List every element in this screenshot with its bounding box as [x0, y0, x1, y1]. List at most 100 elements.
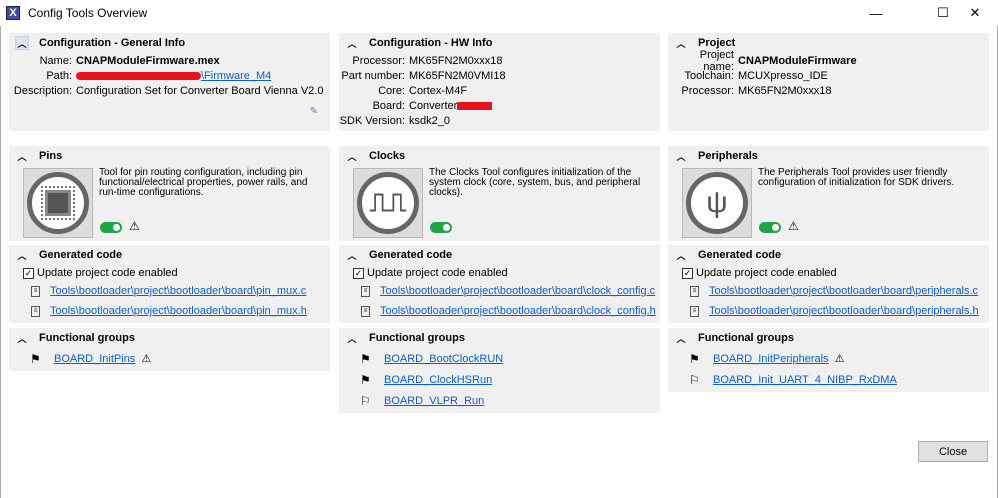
generated-file: ≡ Tools\bootloader\project\bootloader\boa… [339, 301, 660, 321]
close-window-button[interactable]: ✕ [952, 0, 998, 26]
info-value: Cortex-M4F [409, 84, 468, 97]
functional-groups-panel: ︿ Functional groups ⚑ BOARD_BootClockRUN ⚑ B… [339, 328, 660, 413]
tool-enabled-toggle[interactable] [100, 222, 122, 233]
tool-enabled-toggle[interactable] [430, 222, 452, 233]
app-icon: X [6, 6, 20, 20]
path-label: Path: [46, 69, 72, 82]
group-link[interactable]: BOARD_Init_UART_4_NIBP_RxDMA [713, 374, 897, 386]
functional-group: ⚑ BOARD_BootClockRUN [339, 348, 660, 369]
info-label: Processor: [352, 54, 405, 67]
file-icon: ≡ [31, 305, 40, 317]
collapse-icon[interactable]: ︿ [15, 36, 29, 50]
generated-file: ≡ Tools\bootloader\project\bootloader\boa… [9, 281, 330, 301]
collapse-icon[interactable]: ︿ [15, 149, 29, 163]
collapse-icon[interactable]: ︿ [15, 248, 29, 262]
panel-title: Configuration - General Info [39, 37, 186, 49]
collapse-icon[interactable]: ︿ [15, 331, 29, 345]
info-label: Toolchain: [684, 69, 734, 82]
file-icon: ≡ [690, 285, 699, 297]
minimize-button[interactable]: — [853, 0, 899, 26]
panel-title: Project [698, 37, 736, 49]
info-row: Project name: CNAPModuleFirmware [668, 49, 989, 73]
clocks-icon: ⎍⎍ [357, 172, 419, 234]
file-link[interactable]: Tools\bootloader\project\bootloader\boar… [50, 285, 306, 297]
description-label: Description: [13, 84, 72, 97]
flag-icon: ⚐ [689, 372, 700, 387]
functional-group: ⚐ BOARD_VLPR_Run [339, 390, 660, 411]
info-value: MK65FN2M0VMI18 [409, 69, 506, 82]
column-pins: ︿ Configuration - General Info Name: CNAPM… [9, 33, 330, 135]
update-code-checkbox[interactable]: ✓ Update project code enabled [668, 265, 989, 281]
tool-column-clocks: ︿ Clocks ⎍⎍ The Clocks Tool configures in… [339, 146, 660, 417]
file-link[interactable]: Tools\bootloader\project\bootloader\boar… [380, 305, 656, 317]
generated-code-panel: ︿ Generated code ✓ Update project code ena… [339, 245, 660, 323]
functional-group: ⚑ BOARD_InitPins ⚠ [9, 348, 330, 369]
tool-enabled-toggle[interactable] [759, 222, 781, 233]
path-link[interactable]: \Firmware_M4 [201, 70, 271, 82]
tool-launch-button[interactable]: ⎍⎍ [353, 168, 423, 238]
flag-icon: ⚑ [30, 351, 41, 366]
checkbox-checked-icon[interactable]: ✓ [23, 267, 34, 279]
general-info-panel: ︿ Configuration - General Info Name: CNAPM… [9, 33, 330, 131]
collapse-icon[interactable]: ︿ [345, 331, 359, 345]
section-title: Functional groups [39, 332, 135, 344]
column-peripherals: ︿ Project Project name: CNAPModuleFirmware… [668, 33, 989, 135]
group-link[interactable]: BOARD_ClockHSRun [384, 374, 492, 386]
flag-icon: ⚑ [360, 351, 371, 366]
tool-launch-button[interactable]: ψ [682, 168, 752, 238]
generated-code-panel: ︿ Generated code ✓ Update project code ena… [668, 245, 989, 323]
group-link[interactable]: BOARD_InitPeripherals [713, 353, 829, 365]
tool-launch-button[interactable] [23, 168, 93, 238]
file-link[interactable]: Tools\bootloader\project\bootloader\boar… [709, 285, 978, 297]
functional-group: ⚑ BOARD_ClockHSRun [339, 369, 660, 390]
info-label: Part number: [341, 69, 405, 82]
checkbox-label: Update project code enabled [367, 267, 508, 279]
update-code-checkbox[interactable]: ✓ Update project code enabled [9, 265, 330, 281]
edit-icon[interactable]: ✎ [310, 106, 318, 117]
info-row: Board: Converter [339, 98, 660, 113]
tool-panel: ︿ Peripherals ψ The Peripherals Tool prov… [668, 146, 989, 241]
close-button[interactable]: Close [918, 441, 988, 462]
collapse-icon[interactable]: ︿ [345, 36, 359, 50]
generated-file: ≡ Tools\bootloader\project\bootloader\boa… [9, 301, 330, 321]
functional-groups-panel: ︿ Functional groups ⚑ BOARD_InitPins ⚠ [9, 328, 330, 371]
collapse-icon[interactable]: ︿ [674, 149, 688, 163]
file-link[interactable]: Tools\bootloader\project\bootloader\boar… [50, 305, 307, 317]
collapse-icon[interactable]: ︿ [674, 331, 688, 345]
group-link[interactable]: BOARD_VLPR_Run [384, 395, 484, 407]
info-label: Core: [378, 84, 405, 97]
checkbox-checked-icon[interactable]: ✓ [353, 267, 364, 279]
description-value: Configuration Set for Converter Board Vi… [76, 84, 324, 97]
panel-title: Configuration - HW Info [369, 37, 493, 49]
info-row: Processor: MK65FN2M0xxx18 [339, 53, 660, 68]
section-title: Functional groups [698, 332, 794, 344]
file-icon: ≡ [361, 285, 370, 297]
warning-icon: ⚠ [834, 353, 845, 365]
collapse-icon[interactable]: ︿ [345, 248, 359, 262]
update-code-checkbox[interactable]: ✓ Update project code enabled [339, 265, 660, 281]
generated-file: ≡ Tools\bootloader\project\bootloader\boa… [668, 301, 989, 321]
tool-title: Peripherals [698, 150, 758, 162]
file-icon: ≡ [31, 285, 40, 297]
info-value: ksdk2_0 [409, 114, 450, 127]
collapse-icon[interactable]: ︿ [345, 149, 359, 163]
info-value: MK65FN2M0xxx18 [738, 84, 832, 97]
info-row: Part number: MK65FN2M0VMI18 [339, 68, 660, 83]
hw-info-panel: ︿ Configuration - HW Info Processor: MK65F… [339, 33, 660, 131]
tool-title: Clocks [369, 150, 406, 162]
name-value: CNAPModuleFirmware.mex [76, 54, 220, 67]
group-link[interactable]: BOARD_BootClockRUN [384, 353, 503, 365]
checkbox-checked-icon[interactable]: ✓ [682, 267, 693, 279]
info-label: Processor: [681, 84, 734, 97]
functional-group: ⚑ BOARD_InitPeripherals ⚠ [668, 348, 989, 369]
file-link[interactable]: Tools\bootloader\project\bootloader\boar… [380, 285, 655, 297]
flag-icon: ⚐ [360, 393, 371, 408]
redaction [457, 101, 493, 110]
group-link[interactable]: BOARD_InitPins [54, 353, 135, 365]
collapse-icon[interactable]: ︿ [674, 248, 688, 262]
file-link[interactable]: Tools\bootloader\project\bootloader\boar… [709, 305, 979, 317]
tool-column-pins: ︿ Pins Tool for pin routing configuration… [9, 146, 330, 375]
section-title: Generated code [39, 249, 123, 261]
warning-icon: ⚠ [788, 219, 799, 233]
pins-icon [27, 172, 89, 234]
